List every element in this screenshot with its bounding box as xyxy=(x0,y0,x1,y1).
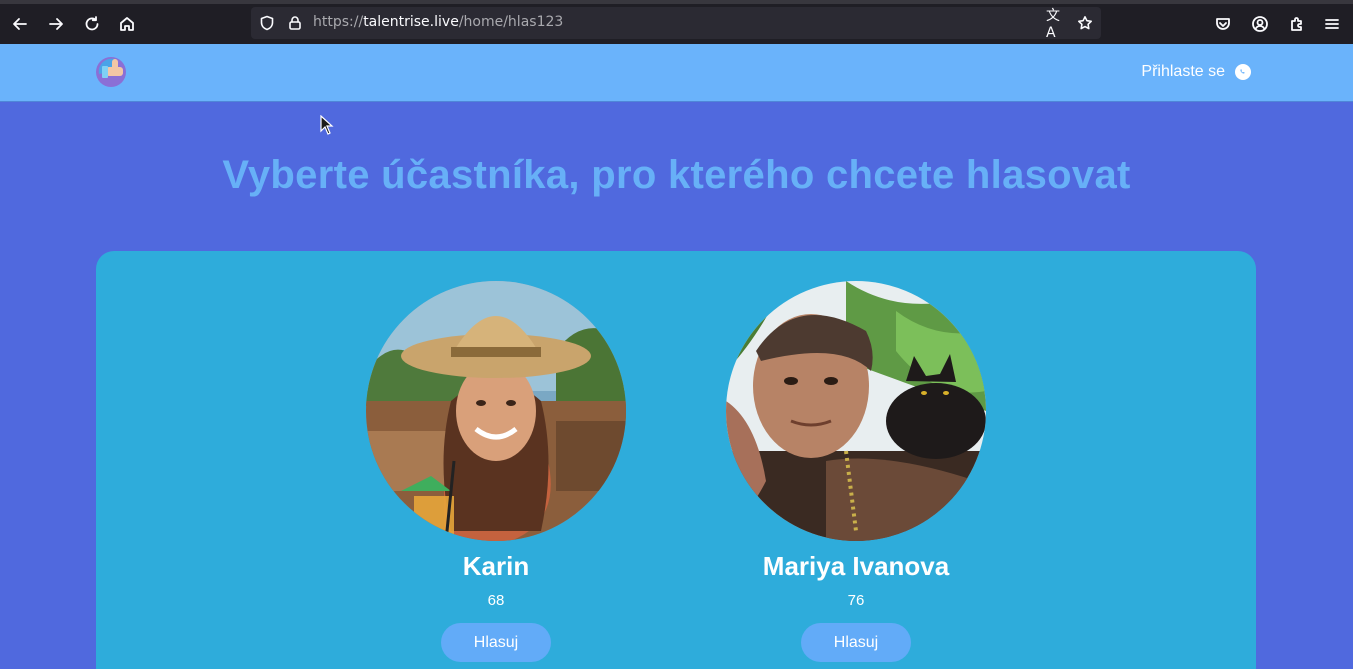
thumbs-up-logo-icon[interactable] xyxy=(95,54,129,88)
puzzle-icon xyxy=(1291,17,1302,31)
forward-button[interactable] xyxy=(42,10,70,38)
contestant-photo[interactable] xyxy=(726,281,986,541)
contestant-name: Karin xyxy=(462,551,530,581)
browser-toolbar: https://talentrise.live/home/hlas123 文A xyxy=(0,0,1353,44)
shield-icon[interactable] xyxy=(258,14,276,32)
contestant-card: Karin 68 Hlasuj xyxy=(366,281,626,662)
vote-button[interactable]: Hlasuj xyxy=(441,623,551,662)
extensions-button[interactable] xyxy=(1283,10,1311,38)
home-icon xyxy=(120,17,134,31)
contestant-name: Mariya Ivanova xyxy=(762,551,950,581)
hamburger-menu-icon xyxy=(1325,19,1339,29)
page-title: Vyberte účastníka, pro kterého chcete hl… xyxy=(222,153,1131,197)
url-path: /home/hlas123 xyxy=(458,14,564,30)
url-host: talentrise.live xyxy=(363,14,459,30)
site-header: Přihlaste se xyxy=(0,44,1353,102)
whatsapp-icon xyxy=(1235,64,1251,80)
home-button[interactable] xyxy=(113,10,141,38)
contestant-card: Mariya Ivanova 76 Hlasuj xyxy=(726,281,986,662)
lock-icon[interactable] xyxy=(286,14,304,32)
vote-button[interactable]: Hlasuj xyxy=(801,623,911,662)
pocket-button[interactable] xyxy=(1209,10,1237,38)
login-label: Přihlaste se xyxy=(1141,63,1225,80)
pocket-icon xyxy=(1216,18,1230,30)
reload-button[interactable] xyxy=(78,10,106,38)
menu-button[interactable] xyxy=(1318,10,1346,38)
contestants-panel: Karin 68 Hlasuj Mariya Ivanova 76 Hlasuj xyxy=(96,251,1256,669)
arrow-right-icon xyxy=(49,18,63,30)
vote-count: 68 xyxy=(487,592,505,609)
contestant-photo[interactable] xyxy=(366,281,626,541)
bookmark-star-icon[interactable] xyxy=(1076,14,1094,32)
arrow-left-icon xyxy=(13,18,27,30)
account-icon xyxy=(1252,16,1268,32)
address-bar[interactable]: https://talentrise.live/home/hlas123 文A xyxy=(251,7,1101,41)
url-scheme: https:// xyxy=(313,14,364,30)
login-link[interactable]: Přihlaste se xyxy=(1141,63,1251,81)
reload-icon xyxy=(85,16,99,31)
vote-count: 76 xyxy=(847,592,865,609)
back-button[interactable] xyxy=(6,10,34,38)
account-button[interactable] xyxy=(1246,10,1274,38)
url-text[interactable]: https://talentrise.live/home/hlas123 xyxy=(313,14,563,30)
translate-glyph: 文A xyxy=(1046,8,1060,41)
mouse-cursor-icon xyxy=(320,115,334,135)
translate-icon[interactable]: 文A xyxy=(1046,8,1064,41)
